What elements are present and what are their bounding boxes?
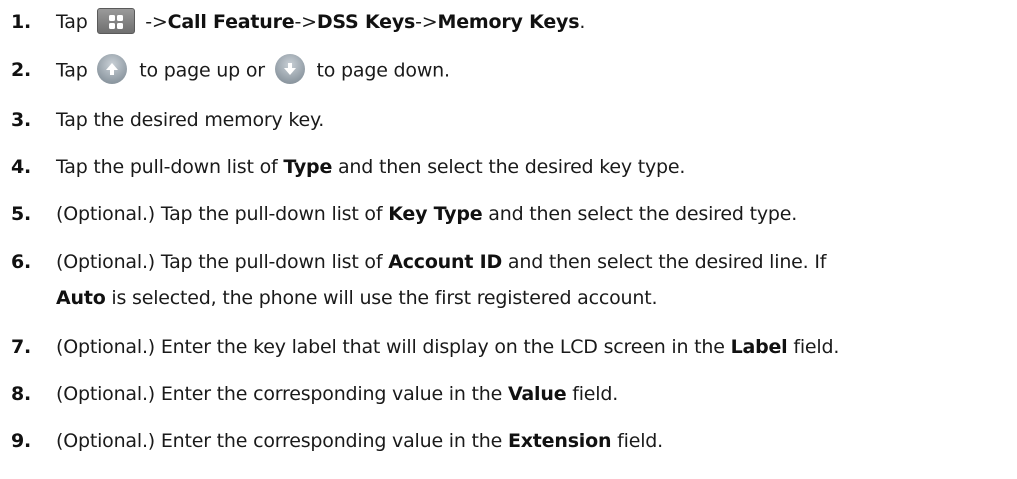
step-number: 1. bbox=[11, 11, 32, 33]
step-text-continued: Auto is selected, the phone will use the… bbox=[56, 287, 658, 309]
step-text: Tap ->Call Feature->DSS Keys->Memory Key… bbox=[56, 7, 585, 36]
instruction-steps: 1. Tap ->Call Feature->DSS Keys->Memory … bbox=[0, 0, 1017, 479]
field-value: Value bbox=[507, 383, 567, 405]
step-text: Tap to page up or to page down. bbox=[56, 54, 450, 86]
step-number: 5. bbox=[11, 203, 32, 225]
step-text: (Optional.) Tap the pull-down list of Ke… bbox=[56, 203, 798, 225]
step-text: (Optional.) Tap the pull-down list of Ac… bbox=[56, 251, 827, 273]
step-text: Tap the pull-down list of Type and then … bbox=[56, 156, 686, 178]
step-number: 7. bbox=[11, 336, 32, 358]
step-6: 6. (Optional.) Tap the pull-down list of… bbox=[0, 248, 1017, 318]
step-number: 4. bbox=[11, 156, 32, 178]
field-key-type: Key Type bbox=[388, 203, 483, 225]
menu-path-call-feature: Call Feature bbox=[167, 11, 295, 33]
arrow-up-icon[interactable] bbox=[97, 54, 128, 84]
field-type: Type bbox=[283, 156, 333, 178]
step-text: (Optional.) Enter the corresponding valu… bbox=[56, 430, 663, 452]
step-number: 6. bbox=[11, 251, 32, 273]
step-number: 9. bbox=[11, 430, 32, 452]
field-extension: Extension bbox=[507, 430, 612, 452]
step-text: (Optional.) Enter the key label that wil… bbox=[56, 336, 840, 358]
step-text: Tap the desired memory key. bbox=[56, 109, 325, 131]
arrow-down-icon[interactable] bbox=[274, 54, 305, 84]
menu-path-memory-keys: Memory Keys bbox=[437, 11, 580, 33]
option-auto: Auto bbox=[56, 287, 106, 309]
field-account-id: Account ID bbox=[388, 251, 503, 273]
step-number: 2. bbox=[11, 59, 32, 81]
menu-grid-icon[interactable] bbox=[97, 7, 136, 34]
step-text: (Optional.) Enter the corresponding valu… bbox=[56, 383, 619, 405]
field-label: Label bbox=[730, 336, 788, 358]
step-number: 8. bbox=[11, 383, 32, 405]
step-number: 3. bbox=[11, 109, 32, 131]
menu-path-dss-keys: DSS Keys bbox=[316, 11, 416, 33]
